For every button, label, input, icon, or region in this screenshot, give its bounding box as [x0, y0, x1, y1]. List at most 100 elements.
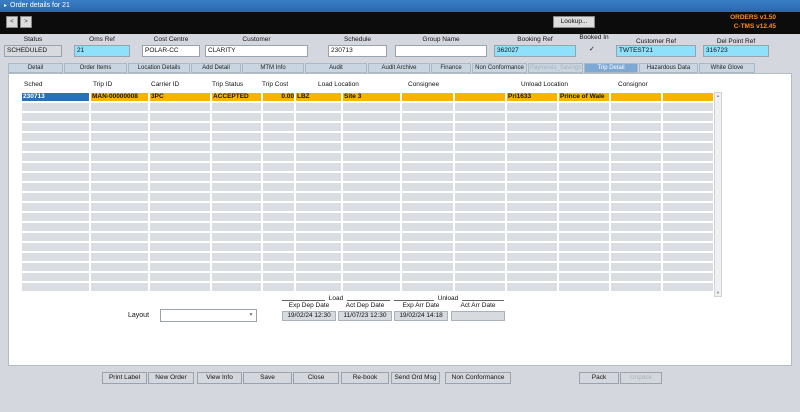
tab-non-conformance[interactable]: Non Conformance — [472, 63, 527, 73]
table-cell[interactable] — [21, 152, 90, 162]
table-cell[interactable] — [454, 282, 506, 292]
table-cell[interactable] — [262, 182, 295, 192]
table-cell[interactable] — [21, 262, 90, 272]
table-cell[interactable] — [90, 142, 149, 152]
table-cell[interactable] — [401, 92, 454, 102]
table-cell[interactable] — [21, 172, 90, 182]
table-cell[interactable] — [149, 142, 211, 152]
table-cell[interactable] — [90, 282, 149, 292]
table-cell[interactable] — [662, 172, 714, 182]
table-cell[interactable] — [211, 262, 262, 272]
table-cell[interactable] — [342, 242, 401, 252]
table-cell[interactable] — [401, 222, 454, 232]
table-cell[interactable] — [149, 242, 211, 252]
table-cell[interactable] — [342, 282, 401, 292]
window-menu-icon[interactable]: ▸ — [4, 3, 7, 9]
table-cell[interactable] — [454, 162, 506, 172]
table-cell[interactable] — [342, 222, 401, 232]
table-cell[interactable] — [454, 192, 506, 202]
table-cell[interactable] — [662, 252, 714, 262]
booked-in-checkbox[interactable]: ✓ — [589, 45, 595, 53]
table-cell[interactable] — [506, 192, 558, 202]
table-cell[interactable] — [401, 112, 454, 122]
table-cell[interactable] — [610, 212, 662, 222]
table-cell[interactable] — [295, 172, 342, 182]
table-cell[interactable] — [211, 102, 262, 112]
tab-mtm-info[interactable]: MTM Info — [242, 63, 304, 73]
table-cell[interactable] — [211, 232, 262, 242]
next-record-button[interactable]: > — [20, 16, 32, 28]
table-cell[interactable] — [401, 282, 454, 292]
table-cell[interactable] — [558, 142, 610, 152]
table-cell[interactable] — [21, 252, 90, 262]
table-cell[interactable] — [21, 192, 90, 202]
table-cell[interactable] — [454, 242, 506, 252]
table-cell[interactable] — [558, 102, 610, 112]
table-cell[interactable] — [211, 122, 262, 132]
table-cell[interactable] — [558, 152, 610, 162]
tab-trip-detail[interactable]: Trip Detail — [584, 63, 638, 73]
table-cell[interactable] — [90, 242, 149, 252]
table-cell[interactable] — [211, 242, 262, 252]
lookup-button[interactable]: Lookup... — [553, 16, 595, 28]
table-cell[interactable] — [454, 222, 506, 232]
tab-add-detail[interactable]: Add Detail — [191, 63, 241, 73]
table-cell[interactable] — [262, 192, 295, 202]
table-cell[interactable]: MAN-00000008 — [90, 92, 149, 102]
table-cell[interactable] — [506, 182, 558, 192]
table-cell[interactable] — [295, 252, 342, 262]
table-cell[interactable] — [211, 182, 262, 192]
table-cell[interactable] — [506, 262, 558, 272]
customer-field[interactable]: CLARITY — [205, 45, 308, 57]
table-cell[interactable] — [610, 112, 662, 122]
table-cell[interactable] — [662, 272, 714, 282]
table-cell[interactable] — [21, 232, 90, 242]
table-cell[interactable] — [262, 112, 295, 122]
table-cell[interactable] — [506, 122, 558, 132]
table-cell[interactable] — [149, 102, 211, 112]
table-cell[interactable] — [149, 172, 211, 182]
table-cell[interactable] — [149, 212, 211, 222]
table-cell[interactable] — [90, 132, 149, 142]
table-cell[interactable] — [211, 132, 262, 142]
table-cell[interactable] — [211, 172, 262, 182]
table-cell[interactable] — [401, 122, 454, 132]
table-cell[interactable] — [342, 132, 401, 142]
table-cell[interactable] — [454, 232, 506, 242]
table-cell[interactable] — [610, 102, 662, 112]
table-cell[interactable] — [211, 252, 262, 262]
table-cell[interactable] — [295, 162, 342, 172]
table-cell[interactable] — [262, 282, 295, 292]
table-cell[interactable] — [211, 272, 262, 282]
table-cell[interactable] — [149, 282, 211, 292]
table-cell[interactable] — [295, 222, 342, 232]
table-cell[interactable] — [506, 222, 558, 232]
table-cell[interactable] — [506, 172, 558, 182]
table-cell[interactable] — [21, 202, 90, 212]
print-label-button[interactable]: Print Label — [102, 372, 147, 384]
table-cell[interactable] — [401, 192, 454, 202]
table-cell[interactable] — [401, 182, 454, 192]
table-cell[interactable] — [262, 252, 295, 262]
table-cell[interactable] — [401, 252, 454, 262]
tab-audit-archive[interactable]: Audit Archive — [368, 63, 430, 73]
table-cell[interactable] — [149, 132, 211, 142]
table-cell[interactable] — [262, 222, 295, 232]
table-cell[interactable] — [558, 172, 610, 182]
table-cell[interactable] — [506, 242, 558, 252]
table-cell[interactable] — [342, 112, 401, 122]
table-cell[interactable] — [610, 262, 662, 272]
table-cell[interactable] — [454, 262, 506, 272]
table-cell[interactable] — [401, 212, 454, 222]
table-cell[interactable]: Prince of Wale — [558, 92, 610, 102]
table-cell[interactable] — [262, 232, 295, 242]
table-cell[interactable] — [90, 152, 149, 162]
table-cell[interactable] — [21, 242, 90, 252]
table-cell[interactable] — [262, 172, 295, 182]
table-cell[interactable] — [262, 202, 295, 212]
table-cell[interactable] — [558, 242, 610, 252]
table-cell[interactable] — [149, 192, 211, 202]
table-cell[interactable] — [262, 162, 295, 172]
table-cell[interactable] — [21, 272, 90, 282]
table-cell[interactable] — [262, 142, 295, 152]
